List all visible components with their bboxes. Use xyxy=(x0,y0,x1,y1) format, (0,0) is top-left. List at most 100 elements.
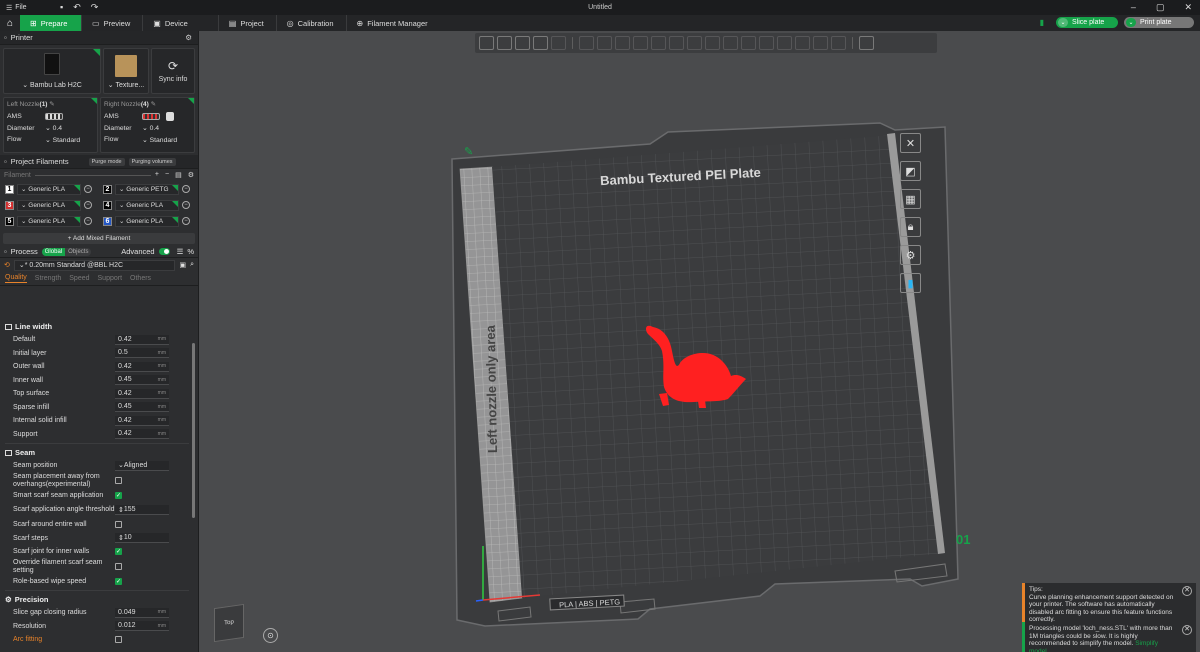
lay-on-face-icon[interactable] xyxy=(633,36,648,50)
ams-icon[interactable] xyxy=(142,113,160,121)
right-diameter-select[interactable]: ⌄ 0.4 xyxy=(142,124,159,132)
zoom-fit-icon[interactable]: ⊙ xyxy=(263,628,278,643)
param-input[interactable]: 0.42 mm xyxy=(115,415,169,426)
filament-select[interactable]: ⌄ Generic PLA xyxy=(115,215,179,227)
arc-fitting-checkbox[interactable] xyxy=(115,636,122,644)
list-icon[interactable]: ☰ xyxy=(177,247,184,256)
scarf-around-checkbox[interactable] xyxy=(115,521,122,529)
filament-select[interactable]: ⌄ Generic PLA xyxy=(17,199,81,211)
filament-color-swatch[interactable]: 5 xyxy=(5,216,14,226)
filament-select[interactable]: ⌄ Generic PETG xyxy=(115,183,179,195)
subtab-others[interactable]: Others xyxy=(130,275,151,282)
plate-type-selector[interactable]: ⌄ Texture... xyxy=(103,48,149,94)
fuzzy-skin-icon[interactable] xyxy=(813,36,828,50)
view-cube[interactable]: Top xyxy=(214,603,244,643)
tab-preview[interactable]: ▭ Preview xyxy=(82,15,144,31)
add-mixed-filament-button[interactable]: + Add Mixed Filament xyxy=(3,233,195,244)
orient-icon[interactable] xyxy=(515,36,530,50)
tab-calibration[interactable]: ◎ Calibration xyxy=(277,15,347,31)
add-object-icon[interactable] xyxy=(479,36,494,50)
print-plate-button[interactable]: ⌄ Print plate xyxy=(1124,17,1194,28)
subtab-speed[interactable]: Speed xyxy=(69,275,89,282)
purge-mode-button[interactable]: Purge mode xyxy=(88,157,125,166)
remove-filament-icon[interactable]: − xyxy=(84,217,92,225)
minimize-icon[interactable]: – xyxy=(1131,2,1136,13)
move-icon[interactable] xyxy=(579,36,594,50)
search-icon[interactable]: ⌕ xyxy=(190,261,194,269)
ams-icon[interactable] xyxy=(45,113,63,121)
sync-filament-icon[interactable]: ▤ xyxy=(175,171,182,179)
param-input[interactable]: 0.45 mm xyxy=(115,375,169,386)
reset-icon[interactable]: ⟲ xyxy=(4,261,10,269)
param-input[interactable]: 0.42 mm xyxy=(115,361,169,372)
purging-volumes-button[interactable]: Purging volumes xyxy=(128,157,176,166)
close-icon[interactable]: ✕ xyxy=(1182,625,1192,635)
filament-color-swatch[interactable]: 3 xyxy=(5,200,14,210)
filament-select[interactable]: ⌄ Generic PLA xyxy=(115,199,179,211)
override-scarf-checkbox[interactable] xyxy=(115,563,122,570)
filament-color-swatch[interactable]: 4 xyxy=(103,200,112,210)
seam-away-checkbox[interactable] xyxy=(115,477,122,484)
sync-info-button[interactable]: ⟳ Sync info xyxy=(151,48,195,94)
param-input[interactable]: 0.42 mm xyxy=(115,334,169,345)
text-icon[interactable] xyxy=(723,36,738,50)
plate-orient-icon[interactable]: ◩ xyxy=(900,161,921,181)
3d-viewport[interactable]: PLA | ABS | PETG Bambu Textured PEI Plat… xyxy=(200,31,1200,652)
rotate-icon[interactable] xyxy=(597,36,612,50)
remove-filament-icon[interactable]: − xyxy=(182,201,190,209)
delete-plate-icon[interactable]: ✕ xyxy=(900,133,921,153)
remove-filament-icon[interactable]: − xyxy=(182,185,190,193)
subtab-support[interactable]: Support xyxy=(98,275,123,282)
advanced-toggle[interactable] xyxy=(158,248,170,255)
filament-color-swatch[interactable]: 1 xyxy=(5,184,14,194)
scope-objects[interactable]: Objects xyxy=(65,247,92,256)
tab-device[interactable]: ▣ Device xyxy=(143,15,219,31)
settings-icon[interactable]: ⚙ xyxy=(188,171,194,179)
slice-gap-input[interactable]: 0.049 mm xyxy=(115,607,169,618)
filament-select[interactable]: ⌄ Generic PLA xyxy=(17,215,81,227)
assembly-icon[interactable] xyxy=(777,36,792,50)
printer-selector[interactable]: ⌄ Bambu Lab H2C xyxy=(3,48,101,94)
scarf-inner-checkbox[interactable]: ✓ xyxy=(115,548,122,556)
process-preset-select[interactable]: ⌄ * 0.20mm Standard @BBL H2C xyxy=(13,259,176,271)
filament-color-swatch[interactable]: 6 xyxy=(103,216,112,226)
param-input[interactable]: 0.5 mm xyxy=(115,348,169,359)
edit-icon[interactable]: ✎ xyxy=(49,101,54,108)
file-menu[interactable]: ☰ File xyxy=(0,4,60,12)
remove-filament-icon[interactable]: − xyxy=(84,201,92,209)
seam-paint-icon[interactable] xyxy=(705,36,720,50)
redo-icon[interactable]: ↷ xyxy=(91,2,99,13)
percent-icon[interactable]: % xyxy=(187,247,194,256)
wipe-speed-checkbox[interactable]: ✓ xyxy=(115,577,122,585)
plate-settings-icon[interactable]: ⚙ xyxy=(900,245,921,265)
cut-icon[interactable] xyxy=(651,36,666,50)
split-icon[interactable] xyxy=(551,36,566,50)
home-icon[interactable]: ⌂ xyxy=(0,15,20,31)
undo-icon[interactable]: ↶ xyxy=(73,2,81,13)
add-icon[interactable]: + xyxy=(155,171,159,179)
plate-filament-icon[interactable]: ▮ xyxy=(900,273,921,293)
scale-icon[interactable] xyxy=(615,36,630,50)
support-paint-icon[interactable] xyxy=(687,36,702,50)
edit-plate-icon[interactable]: ✎ xyxy=(464,146,473,158)
mesh-boolean-icon[interactable] xyxy=(669,36,684,50)
right-flow-select[interactable]: ⌄ Standard xyxy=(142,136,177,144)
left-diameter-select[interactable]: ⌄ 0.4 xyxy=(45,124,62,132)
color-paint-icon[interactable] xyxy=(741,36,756,50)
variable-layer-icon[interactable] xyxy=(795,36,810,50)
subtab-quality[interactable]: Quality xyxy=(5,274,27,283)
brim-ear-icon[interactable] xyxy=(831,36,846,50)
scope-global[interactable]: Global xyxy=(41,247,66,256)
gear-icon[interactable]: ⚙ xyxy=(185,33,192,42)
measure-icon[interactable] xyxy=(759,36,774,50)
filament-color-swatch[interactable]: 2 xyxy=(103,184,112,194)
remove-filament-icon[interactable]: − xyxy=(182,217,190,225)
arrange-icon[interactable] xyxy=(533,36,548,50)
ams-ht-icon[interactable] xyxy=(166,112,174,122)
resolution-input[interactable]: 0.012 mm xyxy=(115,621,169,632)
param-input[interactable]: 0.45 mm xyxy=(115,402,169,413)
seam-position-select[interactable]: ⌄ Aligned xyxy=(115,460,169,471)
subtab-strength[interactable]: Strength xyxy=(35,275,61,282)
scarf-angle-input[interactable]: ⇕ 155 xyxy=(115,505,169,515)
remove-icon[interactable]: − xyxy=(165,171,169,179)
